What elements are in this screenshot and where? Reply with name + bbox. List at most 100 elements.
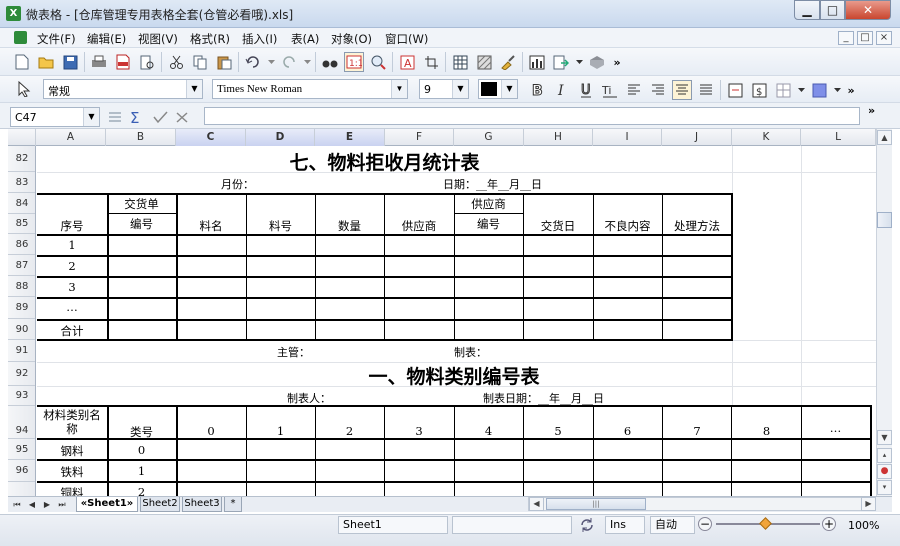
scroll-down-icon[interactable]: ▼ [877,430,892,445]
page-down-icon[interactable]: ▾ [877,480,892,495]
row-header[interactable]: 89 [8,297,35,319]
text-box-icon[interactable]: A [397,52,417,72]
last-sheet-icon[interactable]: ⏭ [55,498,69,511]
print-icon[interactable] [89,52,109,72]
font-color-select[interactable]: ▼ [478,79,518,99]
h-scroll-thumb[interactable]: ||| [546,498,646,510]
sum-icon[interactable]: Σ [126,107,146,127]
font-select[interactable]: Times New Roman ▼ [212,79,408,99]
column-header[interactable]: F [385,129,454,146]
column-header[interactable]: K [732,129,801,146]
font-size-select[interactable]: 9 ▼ [419,79,469,99]
minimize-button[interactable]: ▁ [794,0,820,20]
row-header[interactable]: 88 [8,276,35,297]
menu-edit[interactable]: 编辑(E) [87,31,126,47]
column-header[interactable]: J [662,129,732,146]
menu-file[interactable]: 文件(F) [37,31,76,47]
row-header[interactable]: 85 [8,214,35,234]
first-sheet-icon[interactable]: ⏮ [10,498,24,511]
formula-overflow-icon[interactable]: » [868,104,875,117]
tab-sheet3[interactable]: Sheet3 [182,497,222,512]
spreadsheet-grid[interactable]: 七、物料拒收月统计表 月份： 日期：__年__月__日 交货单 供应商 序号 编… [37,146,876,496]
crop-icon[interactable] [421,52,441,72]
export-icon[interactable] [551,52,571,72]
undo-dropdown-icon[interactable] [267,52,275,72]
close-button[interactable]: ✕ [845,0,891,20]
doc-minimize-button[interactable]: _ [838,31,854,45]
menu-view[interactable]: 视图(V) [138,31,178,47]
style-select[interactable]: 常规 ▼ [43,79,203,99]
row-header[interactable]: 90 [8,319,35,340]
borders-icon[interactable] [773,80,793,100]
row-header[interactable]: 82 [8,146,35,172]
undo-icon[interactable] [243,52,263,72]
row-header[interactable]: 83 [8,172,35,193]
insert-table-icon[interactable] [450,52,470,72]
row-header[interactable]: 92 [8,362,35,386]
row-header[interactable]: 84 [8,193,35,214]
toolbar-overflow-icon[interactable]: » [611,52,623,72]
export-dropdown-icon[interactable] [575,52,583,72]
prev-sheet-icon[interactable]: ◀ [25,498,39,511]
row-header[interactable]: 86 [8,234,35,255]
underline-icon[interactable]: U [576,80,596,100]
open-icon[interactable] [36,52,56,72]
save-icon[interactable] [60,52,80,72]
row-header[interactable]: 95 [8,439,35,460]
status-insert-mode[interactable]: Ins [605,516,645,534]
column-header[interactable]: C [176,129,246,146]
doc-restore-button[interactable]: □ [857,31,873,45]
status-calc-mode[interactable]: 自动 [650,516,695,534]
new-icon[interactable] [12,52,32,72]
row-header[interactable]: 87 [8,255,35,276]
currency-icon[interactable]: $ [749,80,769,100]
menu-object[interactable]: 对象(O) [331,31,372,47]
tab-sheet1[interactable]: «Sheet1» [76,497,138,512]
text-direction-icon[interactable]: Ti [600,80,620,100]
menu-window[interactable]: 窗口(W) [385,31,428,47]
format-brush-icon[interactable] [498,52,518,72]
column-header[interactable]: D [246,129,315,146]
select-browse-object-icon[interactable]: ● [877,464,892,479]
row-header[interactable]: 91 [8,340,35,362]
align-right-icon[interactable] [648,80,668,100]
cut-icon[interactable] [166,52,186,72]
accept-icon[interactable] [150,107,170,127]
scroll-right-icon[interactable]: ▶ [861,497,876,511]
scroll-left-icon[interactable]: ◀ [529,497,544,511]
redo-icon[interactable] [279,52,299,72]
menu-insert[interactable]: 插入(I) [242,31,277,47]
zoom-out-icon[interactable]: − [698,517,712,531]
sync-icon[interactable] [578,516,596,534]
doc-close-button[interactable]: × [876,31,892,45]
select-all-corner[interactable] [8,129,36,146]
redo-dropdown-icon[interactable] [303,52,311,72]
find-icon[interactable] [320,52,340,72]
column-header[interactable]: G [454,129,524,146]
align-left-icon[interactable] [624,80,644,100]
column-header[interactable]: B [106,129,176,146]
formula-input[interactable] [204,107,860,125]
cancel-edit-icon[interactable] [172,107,192,127]
merge-cells-icon[interactable] [725,80,745,100]
paste-icon[interactable] [214,52,234,72]
object-icon[interactable] [587,52,607,72]
justify-icon[interactable] [696,80,716,100]
scroll-up-icon[interactable]: ▲ [877,130,892,145]
actual-size-icon[interactable]: 1:1 [344,52,364,72]
pointer-icon[interactable] [14,79,34,99]
column-header[interactable]: A [36,129,106,146]
row-header[interactable]: 96 [8,460,35,482]
tab-sheet2[interactable]: Sheet2 [140,497,180,512]
row-header[interactable]: 94 [8,406,35,439]
italic-icon[interactable]: I [552,80,572,100]
maximize-button[interactable]: □ [820,0,845,20]
menu-lines-icon[interactable] [105,107,125,127]
zoom-in-icon[interactable]: + [822,517,836,531]
fill-color-dropdown-icon[interactable] [833,80,841,100]
toolbar-overflow-icon[interactable]: » [845,80,857,100]
zoom-icon[interactable] [368,52,388,72]
bold-icon[interactable]: B [528,80,548,100]
print-preview-icon[interactable] [137,52,157,72]
pdf-export-icon[interactable] [113,52,133,72]
